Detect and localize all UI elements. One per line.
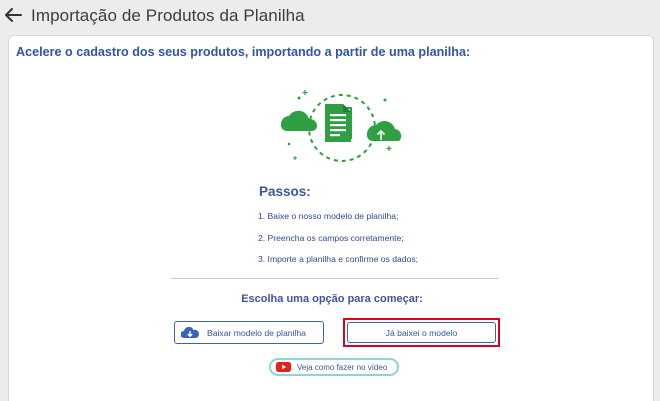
intro-text: Acelere o cadastro dos seus produtos, im… [16, 45, 471, 59]
step-item: 2. Preencha os campos corretamente; [258, 233, 404, 243]
divider [171, 278, 498, 279]
page-title: Importação de Produtos da Planilha [31, 6, 305, 25]
spreadsheet-cloud-upload-icon [280, 90, 402, 162]
already-downloaded-button[interactable]: Já baixei o modelo [347, 322, 496, 343]
done-button-highlight: Já baixei o modelo [343, 318, 500, 347]
watch-video-button[interactable]: Veja como fazer no vídeo [269, 358, 399, 376]
download-template-label: Baixar modelo de planilha [207, 327, 306, 338]
import-card: Acelere o cadastro dos seus produtos, im… [8, 35, 654, 401]
download-template-button[interactable]: Baixar modelo de planilha [174, 321, 324, 344]
youtube-icon [276, 362, 291, 372]
step-item: 1. Baixe o nosso modelo de planilha; [258, 211, 399, 221]
back-button[interactable] [2, 3, 24, 27]
watch-video-label: Veja como fazer no vídeo [297, 362, 388, 372]
choose-prompt: Escolha uma opção para começar: [241, 293, 423, 305]
top-bar: Importação de Produtos da Planilha [0, 0, 660, 32]
cloud-download-icon [181, 326, 199, 339]
step-item: 3. Importe a planilha e confirme os dado… [258, 254, 419, 264]
steps-title: Passos: [259, 184, 311, 199]
arrow-left-icon [5, 8, 22, 22]
